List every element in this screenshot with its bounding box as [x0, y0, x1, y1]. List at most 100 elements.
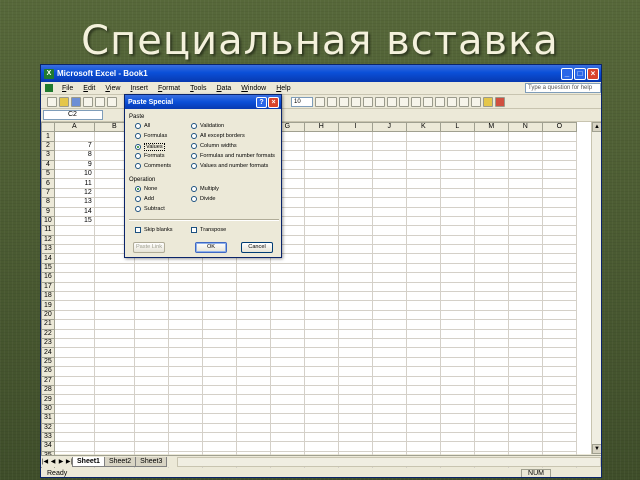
bold-icon[interactable]: [315, 96, 325, 107]
cell[interactable]: 12: [53, 187, 95, 199]
cell[interactable]: [235, 281, 271, 293]
cell[interactable]: [133, 272, 169, 283]
cell[interactable]: [167, 347, 203, 358]
cell[interactable]: [337, 197, 373, 208]
cell[interactable]: [133, 375, 169, 386]
cell[interactable]: [93, 262, 135, 274]
tab-sheet2[interactable]: Sheet2: [103, 456, 137, 467]
cell[interactable]: [235, 413, 271, 424]
row-header[interactable]: 2: [41, 140, 55, 152]
menu-help[interactable]: Help: [271, 85, 295, 92]
cell[interactable]: [405, 187, 441, 199]
cell[interactable]: [473, 187, 509, 199]
cell[interactable]: [93, 431, 135, 443]
column-header[interactable]: I: [337, 121, 373, 133]
cell[interactable]: 8: [53, 150, 95, 161]
cell[interactable]: [269, 328, 305, 340]
checkbox-skip-blanks[interactable]: Skip blanks: [135, 227, 173, 233]
cell[interactable]: [337, 403, 373, 415]
cell[interactable]: [53, 253, 95, 264]
spelling-icon[interactable]: [107, 96, 117, 107]
select-all-corner[interactable]: [41, 121, 55, 133]
column-header[interactable]: J: [371, 121, 407, 133]
cell[interactable]: [371, 403, 407, 415]
cell[interactable]: [235, 309, 271, 321]
cell[interactable]: [541, 206, 577, 217]
cell[interactable]: [541, 168, 577, 180]
cell[interactable]: [269, 356, 305, 368]
cell[interactable]: [337, 300, 373, 311]
cell[interactable]: [405, 244, 441, 255]
cell[interactable]: [201, 356, 237, 368]
row-header[interactable]: 5: [41, 168, 55, 180]
cell[interactable]: [439, 131, 475, 142]
cell[interactable]: [303, 422, 339, 433]
menu-format[interactable]: Format: [153, 85, 185, 92]
cell[interactable]: [371, 347, 407, 358]
cell[interactable]: [541, 187, 577, 199]
scroll-up-icon[interactable]: ▲: [592, 122, 601, 132]
cell[interactable]: [167, 431, 203, 443]
cell[interactable]: [133, 262, 169, 274]
cell[interactable]: [93, 309, 135, 321]
cell[interactable]: [93, 347, 135, 358]
cell[interactable]: [303, 262, 339, 274]
column-header[interactable]: H: [303, 121, 339, 133]
cell[interactable]: [93, 272, 135, 283]
row-header[interactable]: 8: [41, 197, 55, 208]
cell[interactable]: [303, 215, 339, 227]
cell[interactable]: [93, 384, 135, 396]
cell[interactable]: [53, 309, 95, 321]
cell[interactable]: [371, 394, 407, 405]
column-header[interactable]: O: [541, 121, 577, 133]
cell[interactable]: [53, 366, 95, 377]
cell[interactable]: [371, 187, 407, 199]
cell[interactable]: [439, 366, 475, 377]
prev-sheet-icon[interactable]: ◀: [49, 458, 57, 465]
cell[interactable]: [507, 253, 543, 264]
cell[interactable]: [405, 328, 441, 340]
cell[interactable]: [405, 347, 441, 358]
menu-insert[interactable]: Insert: [125, 85, 153, 92]
radio-all-except-borders[interactable]: All except borders: [191, 133, 245, 139]
cell[interactable]: [337, 140, 373, 152]
cell[interactable]: [507, 291, 543, 302]
cell[interactable]: [303, 281, 339, 293]
cell[interactable]: [133, 291, 169, 302]
cell[interactable]: [371, 262, 407, 274]
cell[interactable]: [473, 356, 509, 368]
row-header[interactable]: 14: [41, 253, 55, 264]
dialog-close-icon[interactable]: ×: [268, 96, 279, 108]
cell[interactable]: [507, 131, 543, 142]
cell[interactable]: [473, 150, 509, 161]
first-sheet-icon[interactable]: |◀: [41, 458, 49, 465]
cell[interactable]: [439, 403, 475, 415]
cell[interactable]: [235, 375, 271, 386]
cell[interactable]: [269, 422, 305, 433]
cell[interactable]: [405, 319, 441, 330]
cell[interactable]: [405, 394, 441, 405]
vertical-scrollbar[interactable]: ▲ ▼: [591, 122, 601, 454]
cell[interactable]: [541, 234, 577, 246]
underline-icon[interactable]: [339, 96, 349, 107]
workbook-icon[interactable]: [45, 84, 53, 92]
minimize-button[interactable]: _: [561, 67, 573, 80]
row-header[interactable]: 15: [41, 262, 55, 274]
cell[interactable]: [541, 403, 577, 415]
cell[interactable]: [473, 262, 509, 274]
decrease-decimal-icon[interactable]: [447, 96, 457, 107]
cell[interactable]: [53, 422, 95, 433]
cell[interactable]: [269, 403, 305, 415]
cell[interactable]: [337, 262, 373, 274]
cell[interactable]: [507, 150, 543, 161]
cell[interactable]: [133, 281, 169, 293]
row-header[interactable]: 34: [41, 441, 55, 452]
cell[interactable]: [541, 131, 577, 142]
row-header[interactable]: 21: [41, 319, 55, 330]
cell[interactable]: [235, 422, 271, 433]
cell[interactable]: [337, 413, 373, 424]
cell[interactable]: [303, 356, 339, 368]
cell[interactable]: [201, 366, 237, 377]
cell[interactable]: [235, 356, 271, 368]
cell[interactable]: [201, 403, 237, 415]
